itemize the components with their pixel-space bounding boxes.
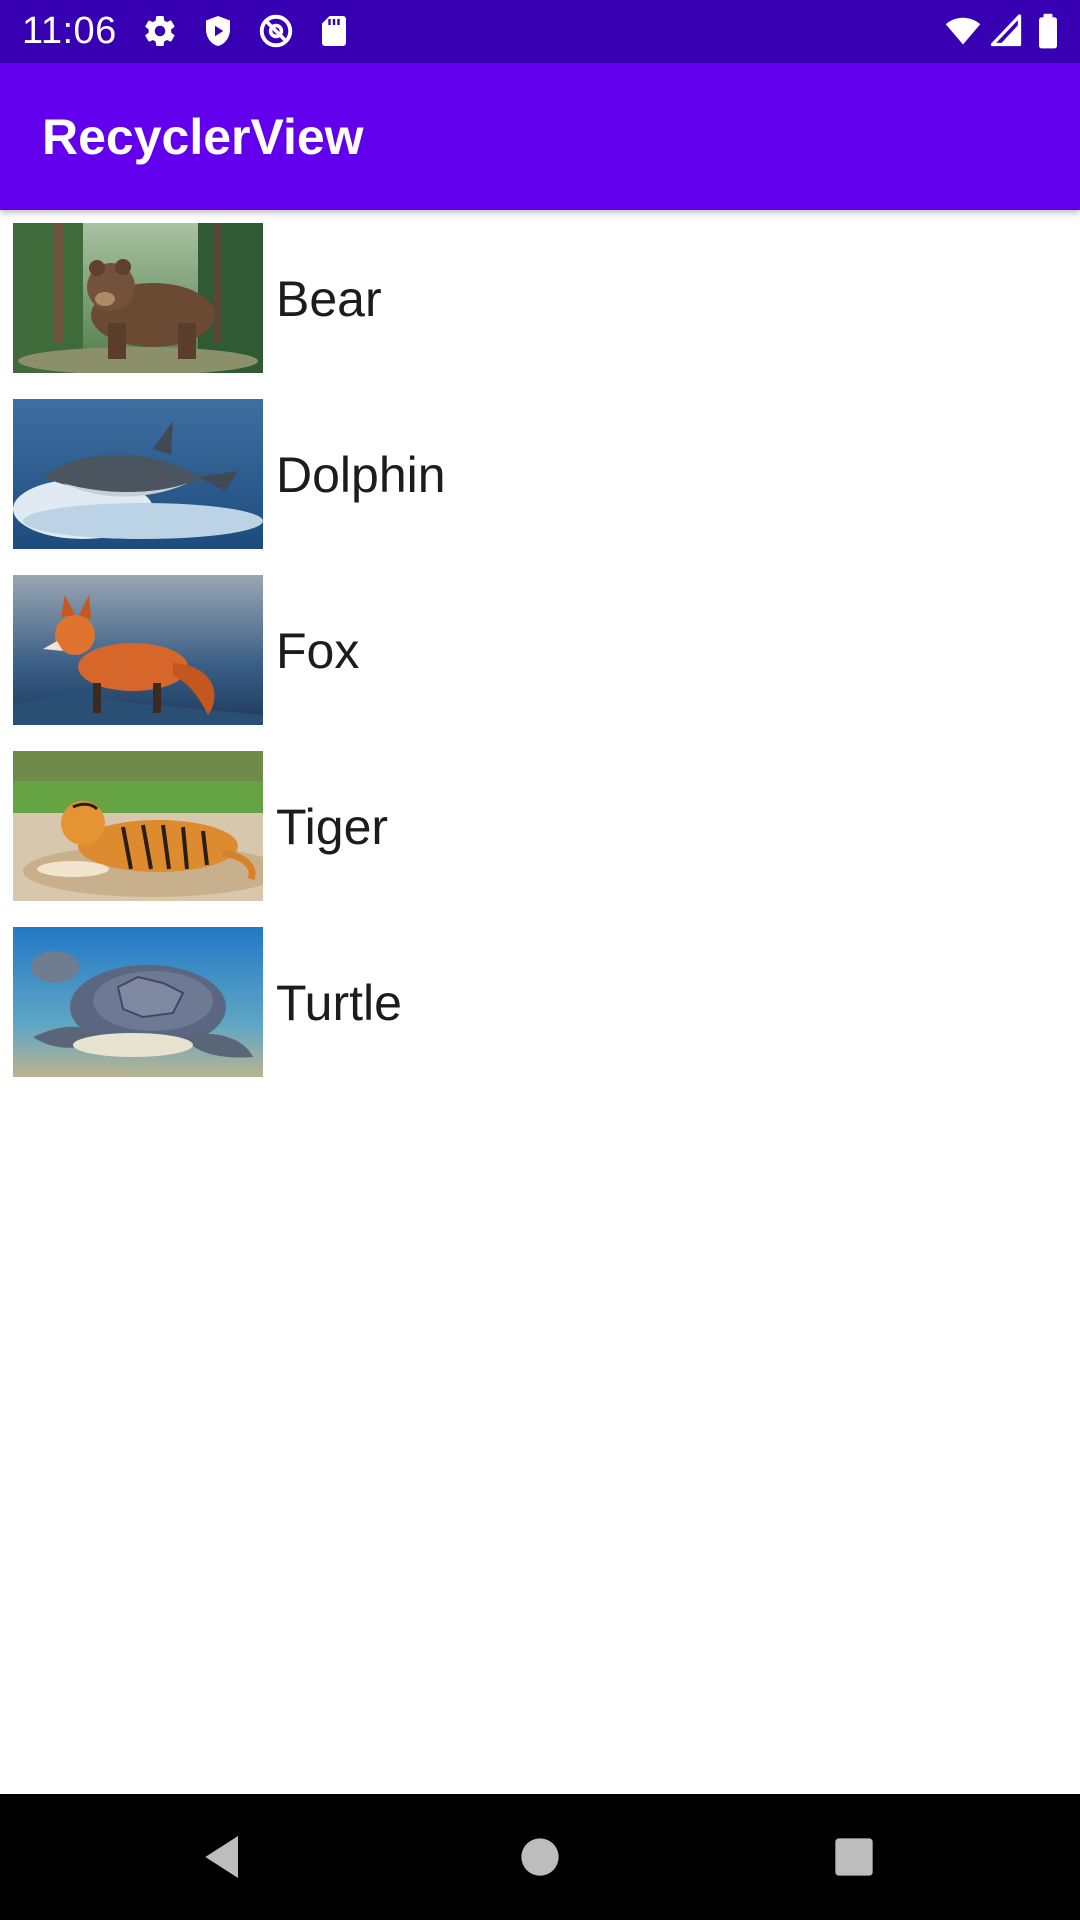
tiger-photo: [13, 751, 263, 901]
fox-photo: [13, 575, 263, 725]
back-icon[interactable]: [196, 1829, 252, 1885]
recycler-list[interactable]: Bear Dolphin Fox Tiger Turtle: [0, 210, 1080, 1090]
list-item[interactable]: Fox: [0, 562, 1080, 738]
status-time: 11:06: [22, 10, 117, 52]
navigation-bar: [0, 1794, 1080, 1920]
list-item[interactable]: Turtle: [0, 914, 1080, 1090]
status-bar: 11:06: [0, 0, 1080, 63]
bear-photo: [13, 223, 263, 373]
battery-icon: [1036, 13, 1060, 49]
item-label: Dolphin: [276, 447, 446, 503]
at-sign-icon: [258, 13, 294, 49]
item-label: Tiger: [276, 799, 389, 855]
wifi-icon: [942, 13, 984, 49]
item-label: Turtle: [276, 975, 402, 1031]
item-label: Fox: [276, 623, 360, 679]
app-bar: RecyclerView: [0, 63, 1080, 210]
app-title: RecyclerView: [42, 109, 364, 165]
list-item[interactable]: Bear: [0, 210, 1080, 386]
list-item[interactable]: Dolphin: [0, 386, 1080, 562]
dolphin-photo: [13, 399, 263, 549]
recents-icon[interactable]: [826, 1829, 882, 1885]
sd-card-icon: [316, 13, 352, 49]
home-icon[interactable]: [512, 1829, 568, 1885]
shield-icon: [200, 13, 236, 49]
signal-icon: [988, 13, 1024, 49]
turtle-photo: [13, 927, 263, 1077]
list-item[interactable]: Tiger: [0, 738, 1080, 914]
item-label: Bear: [276, 271, 382, 327]
gear-icon: [142, 13, 178, 49]
